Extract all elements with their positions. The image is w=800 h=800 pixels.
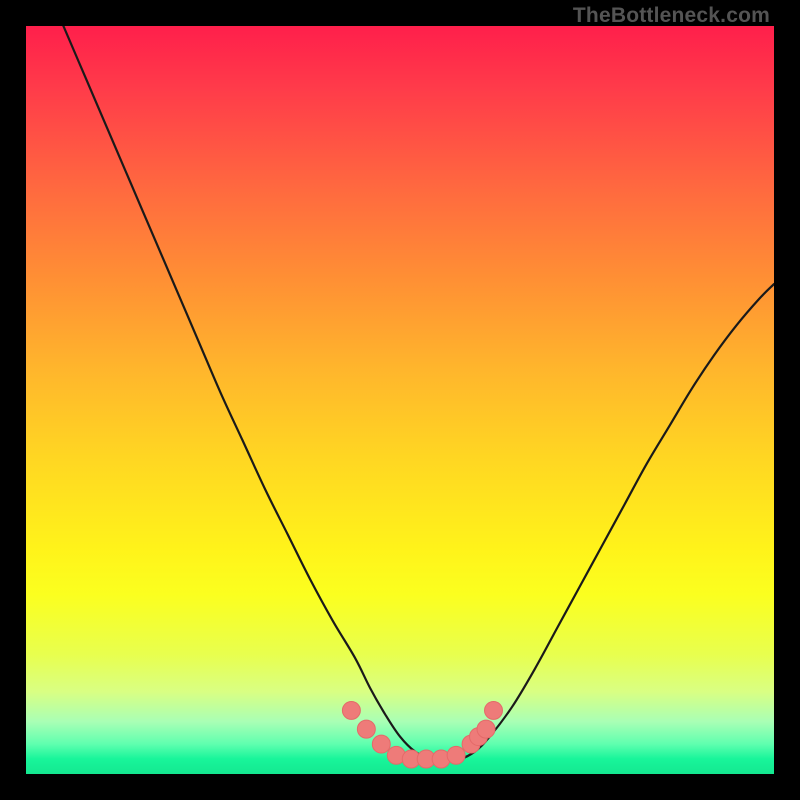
chart-plot-area <box>26 26 774 774</box>
marker-dot <box>447 746 465 764</box>
marker-dot <box>342 701 360 719</box>
marker-dot <box>357 720 375 738</box>
marker-dot <box>372 735 390 753</box>
marker-group <box>342 701 502 768</box>
chart-svg <box>26 26 774 774</box>
watermark-text: TheBottleneck.com <box>573 4 770 28</box>
marker-dot <box>485 701 503 719</box>
marker-dot <box>477 720 495 738</box>
bottleneck-curve <box>63 26 774 760</box>
chart-frame: TheBottleneck.com <box>0 0 800 800</box>
